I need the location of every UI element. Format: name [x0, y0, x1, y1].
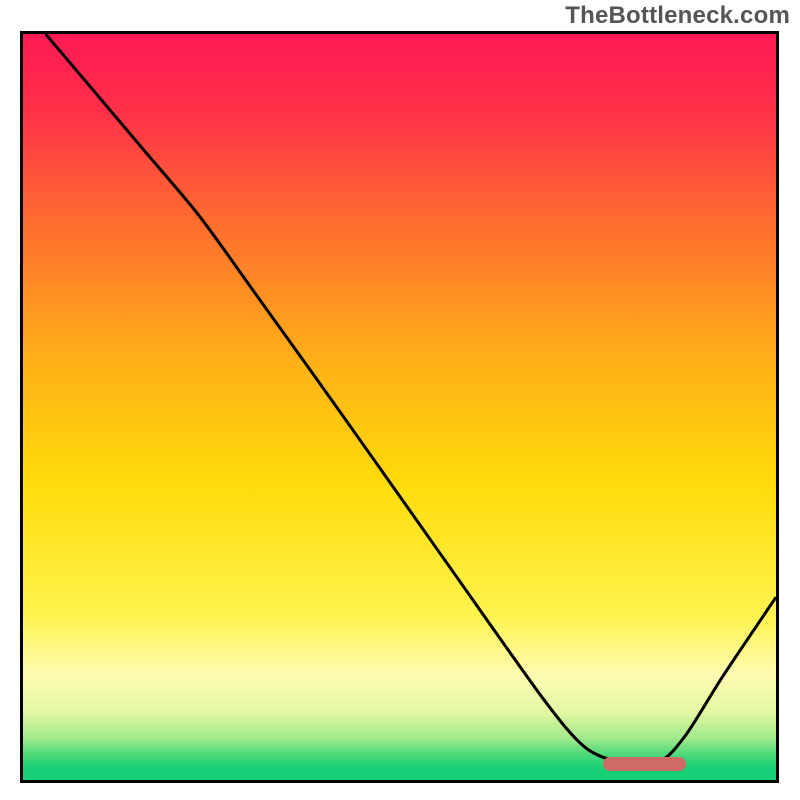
- chart-curve: [23, 34, 776, 780]
- optimal-range-marker: [603, 757, 686, 771]
- watermark-text: TheBottleneck.com: [565, 2, 790, 30]
- plot-frame: [20, 31, 779, 783]
